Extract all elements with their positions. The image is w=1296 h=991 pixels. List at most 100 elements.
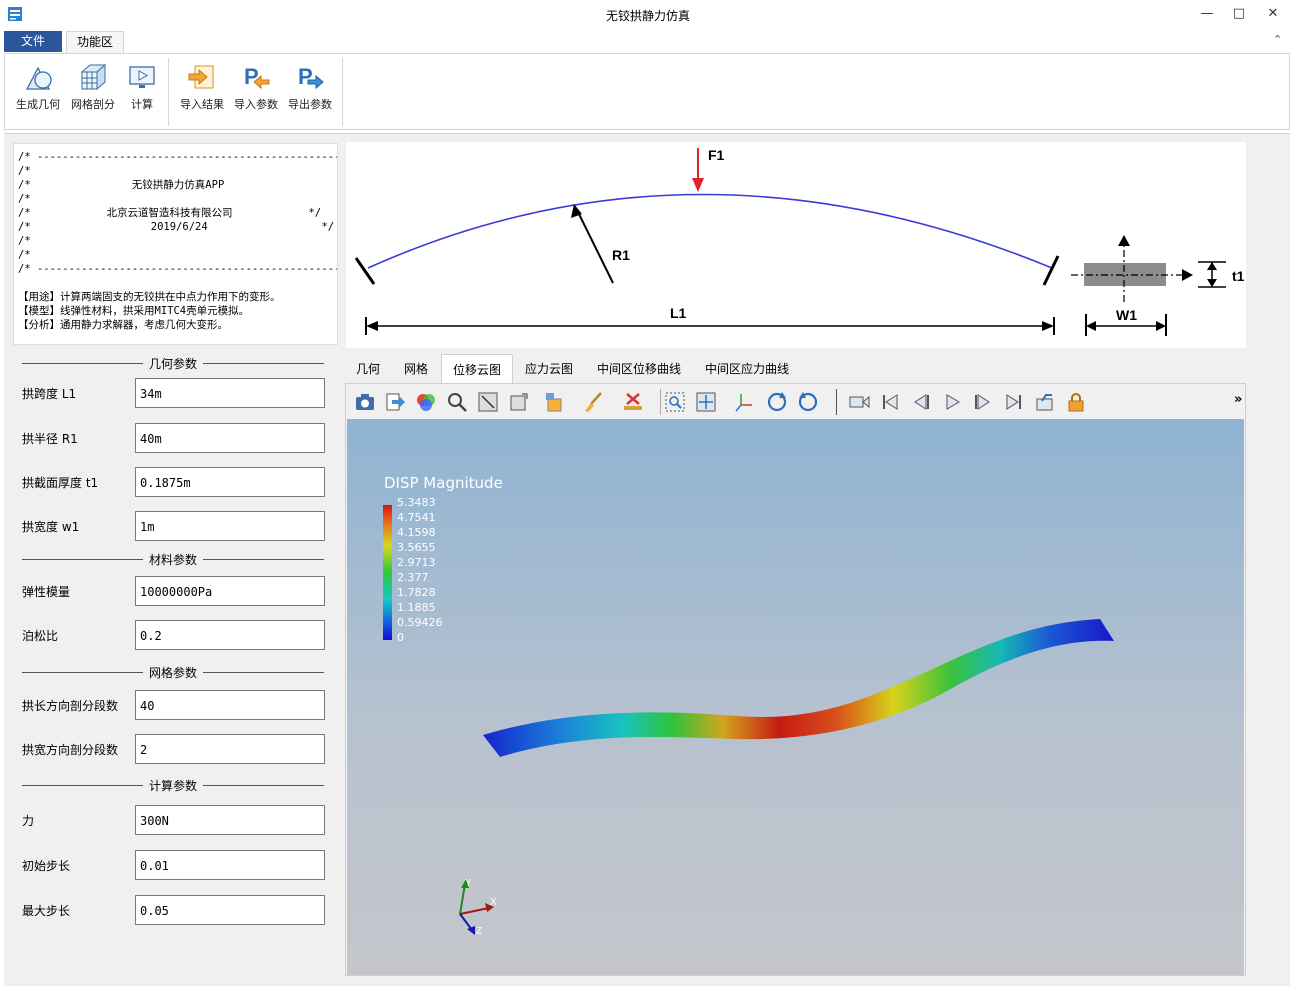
toolbar-overflow-icon[interactable]: » (1234, 392, 1242, 407)
section-calc: 计算参数 (22, 777, 324, 793)
tab-function[interactable]: 功能区 (66, 31, 124, 53)
next-frame-icon[interactable] (972, 391, 994, 413)
delete-ruler-icon[interactable] (622, 391, 644, 413)
purpose-text: 【用途】计算两端固支的无铰拱在中点力作用下的变形。 (18, 291, 281, 303)
import-params-icon: P (244, 64, 270, 90)
viewer-toolbar: » (346, 385, 1245, 418)
color-map-icon[interactable] (415, 391, 437, 413)
tab-geometry[interactable]: 几何 (350, 354, 386, 382)
init-step-input[interactable]: 0.01 (135, 850, 325, 880)
section-mesh: 网格参数 (22, 664, 324, 680)
company-name: 北京云道智造科技有限公司 (106, 207, 233, 219)
render-viewport[interactable]: DISP Magnitude 5.3483 4.7541 4.1598 3.56… (347, 419, 1244, 975)
import-result-label: 导入结果 (180, 98, 224, 111)
import-params-label: 导入参数 (234, 98, 278, 111)
probe-icon[interactable] (446, 391, 468, 413)
tab-mid-stress-curve[interactable]: 中间区应力曲线 (698, 354, 796, 382)
axis-z-label: Z (476, 926, 482, 937)
section-title: 几何参数 (142, 357, 203, 371)
zoom-box-icon[interactable] (664, 391, 686, 413)
tab-mesh[interactable]: 网格 (398, 354, 434, 382)
t1-label: t1 (1232, 268, 1245, 284)
prev-frame-icon[interactable] (910, 391, 932, 413)
modulus-label: 弹性模量 (22, 585, 71, 599)
fit-view-icon[interactable] (508, 391, 530, 413)
axis-y-label: Y (465, 878, 472, 889)
record-camera-icon[interactable] (848, 391, 870, 413)
thickness-input[interactable]: 0.1875m (135, 467, 325, 497)
ribbon-separator (168, 58, 169, 126)
f1-label: F1 (708, 147, 725, 163)
toolbar-separator (836, 389, 837, 415)
width-input[interactable]: 1m (135, 511, 325, 541)
span-label: 拱跨度 L1 (22, 387, 77, 401)
app-date: 2019/6/24 (150, 221, 208, 233)
export-params-label: 导出参数 (288, 98, 332, 111)
tab-mid-displacement-curve[interactable]: 中间区位移曲线 (590, 354, 688, 382)
last-frame-icon[interactable] (1003, 391, 1025, 413)
width-divisions-label: 拱宽方向剖分段数 (22, 743, 119, 757)
width-label: 拱宽度 w1 (22, 520, 80, 534)
gen-geometry-label: 生成几何 (16, 98, 60, 111)
force-arrow-head (692, 178, 704, 192)
app-name: 无铰拱静力仿真APP (131, 179, 225, 191)
section-title: 计算参数 (142, 779, 203, 793)
monitor-play-icon (129, 66, 155, 88)
title-bar: 无铰拱静力仿真 — □ ✕ (0, 0, 1296, 31)
lock-icon[interactable] (1065, 391, 1087, 413)
import-params-button[interactable]: P 导入参数 (229, 60, 283, 122)
force-input[interactable]: 300N (135, 805, 325, 835)
play-icon[interactable] (941, 391, 963, 413)
max-step-input[interactable]: 0.05 (135, 895, 325, 925)
reset-view-icon[interactable] (477, 391, 499, 413)
rotate-cw-icon[interactable] (766, 391, 788, 413)
section-title: 材料参数 (142, 553, 203, 567)
section-geometry: 几何参数 (22, 355, 324, 371)
clip-cube-icon[interactable] (544, 391, 566, 413)
poisson-input[interactable]: 0.2 (135, 620, 325, 650)
arch-schematic: F1 R1 L1 t1 W1 (346, 142, 1246, 348)
geometry-icon (25, 66, 52, 90)
svg-text:P: P (298, 64, 313, 89)
collapse-ribbon-icon[interactable]: ⌃ (1273, 33, 1282, 46)
analysis-text: 【分析】通用静力求解器，考虑几何大变形。 (18, 319, 228, 331)
axes-icon[interactable] (733, 391, 755, 413)
modulus-input[interactable]: 10000000Pa (135, 576, 325, 606)
maximize-button[interactable]: □ (1222, 0, 1256, 30)
ribbon-separator (342, 58, 343, 126)
save-animation-icon[interactable] (1034, 391, 1056, 413)
width-divisions-input[interactable]: 2 (135, 734, 325, 764)
radius-line (577, 211, 614, 284)
minimize-button[interactable]: — (1190, 0, 1224, 30)
arch-shell-surface (483, 619, 1114, 757)
compute-label: 计算 (131, 98, 153, 111)
svg-text:P: P (244, 64, 259, 89)
export-icon[interactable] (384, 391, 406, 413)
radius-input[interactable]: 40m (135, 423, 325, 453)
section-title: 网格参数 (142, 666, 203, 680)
brush-icon[interactable] (582, 391, 604, 413)
import-result-button[interactable]: 导入结果 (175, 60, 229, 122)
close-button[interactable]: ✕ (1256, 0, 1290, 30)
compute-button[interactable]: 计算 (115, 60, 169, 122)
section-material: 材料参数 (22, 551, 324, 567)
right-support (1042, 255, 1060, 286)
tab-file[interactable]: 文件 (4, 31, 62, 52)
init-step-label: 初始步长 (22, 859, 71, 873)
left-support (354, 257, 376, 285)
mesh-label: 网格剖分 (71, 98, 115, 111)
force-label: 力 (22, 814, 35, 828)
length-divisions-input[interactable]: 40 (135, 690, 325, 720)
tab-displacement-contour[interactable]: 位移云图 (441, 354, 513, 383)
span-input[interactable]: 34m (135, 378, 325, 408)
rotate-ccw-icon[interactable] (797, 391, 819, 413)
mesh-button[interactable]: 网格剖分 (66, 60, 120, 122)
camera-icon[interactable] (354, 391, 376, 413)
first-frame-icon[interactable] (879, 391, 901, 413)
export-params-button[interactable]: P 导出参数 (283, 60, 337, 122)
max-step-label: 最大步长 (22, 904, 71, 918)
tab-stress-contour[interactable]: 应力云图 (518, 354, 580, 382)
thickness-label: 拱截面厚度 t1 (22, 476, 99, 490)
pan-icon[interactable] (695, 391, 717, 413)
gen-geometry-button[interactable]: 生成几何 (11, 60, 65, 122)
